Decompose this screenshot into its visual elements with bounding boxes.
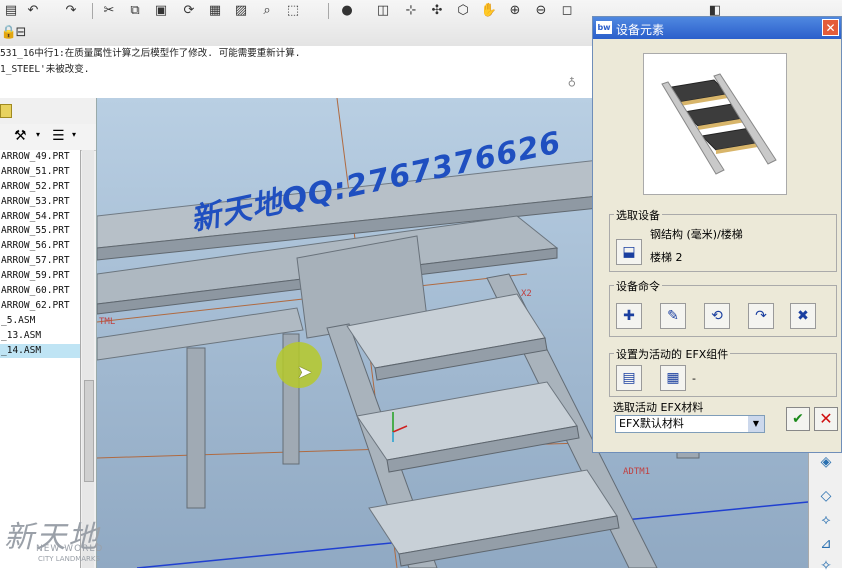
tree-item[interactable]: ARROW_62.PRT: [0, 299, 80, 314]
zoom-in-icon[interactable]: ⊕: [506, 2, 524, 20]
tree-item[interactable]: _14.ASM: [0, 343, 80, 359]
layer-icon[interactable]: ▦: [206, 2, 224, 20]
window-icon[interactable]: ▤: [2, 2, 20, 20]
select-box-icon[interactable]: ⬚: [284, 2, 302, 20]
group-label: 设备命令: [614, 278, 662, 294]
equipment-commands-group: 设备命令 ✚ ✎ ⟲ ↷ ✖: [609, 278, 837, 337]
active-efx-group: 设置为活动的 EFX组件 ▤ ▦ -: [609, 346, 837, 397]
tree-item[interactable]: _13.ASM: [0, 329, 80, 344]
pan-icon[interactable]: ✋: [480, 2, 498, 20]
shade-icon[interactable]: ●: [338, 2, 356, 20]
tree-item[interactable]: ARROW_59.PRT: [0, 269, 80, 284]
tree-item[interactable]: ARROW_56.PRT: [0, 239, 80, 254]
dialog-title: 设备元素: [616, 23, 665, 37]
toolbar-separator: [92, 3, 93, 19]
axis-label: X2: [521, 289, 532, 299]
tree-item[interactable]: ARROW_51.PRT: [0, 165, 80, 180]
select-equipment-group: 选取设备 ⬓ 钢结构 (毫米)/楼梯 楼梯 2: [609, 207, 837, 272]
cube-icon[interactable]: ⬡: [454, 2, 472, 20]
toolbar-separator: [328, 3, 329, 19]
group-label: 选取设备: [614, 207, 662, 223]
datum-label: ADTM1: [623, 467, 650, 477]
sketch-icon[interactable]: ✧: [817, 557, 835, 575]
scrollbar-thumb[interactable]: [84, 380, 94, 482]
model-tree-panel: ⚒ ▾ ☰ ▾ ARROW_49.PRT ARROW_51.PRT ARROW_52…: [0, 98, 97, 568]
redo-icon[interactable]: ↷: [62, 2, 80, 20]
find-icon[interactable]: ⌕: [258, 2, 276, 20]
tree-item[interactable]: ARROW_54.PRT: [0, 210, 80, 225]
datum-csys-icon[interactable]: ⊿: [817, 535, 835, 553]
app-logo: bw: [596, 21, 612, 34]
equipment-preview: [643, 53, 787, 195]
message-area: 531_16中行1:在质量属性计算之后模型作了修改. 可能需要重新计算. 1_S…: [0, 46, 592, 99]
spin-icon[interactable]: ✣: [428, 2, 446, 20]
logo-en2: CITY LANDMARKS: [38, 555, 100, 563]
model-tree: ARROW_49.PRT ARROW_51.PRT ARROW_52.PRT ARRO…: [0, 150, 81, 568]
cut-icon[interactable]: ✂: [100, 2, 118, 20]
datum-label: TML: [99, 317, 115, 327]
regen-icon[interactable]: ⟳: [180, 2, 198, 20]
set-main-sub-button[interactable]: ▦: [660, 365, 686, 391]
tree-item[interactable]: ARROW_57.PRT: [0, 254, 80, 269]
relations-icon[interactable]: ▨: [232, 2, 250, 20]
stair-preview-svg: [661, 73, 777, 175]
tree-item[interactable]: ARROW_55.PRT: [0, 224, 80, 239]
redefine-equipment-button[interactable]: ⟲: [704, 303, 730, 329]
active-efx-value: -: [692, 372, 696, 385]
tree-toolbar: ⚒ ▾ ☰ ▾: [0, 124, 96, 151]
tree-scrollbar[interactable]: [82, 150, 94, 568]
copy-icon[interactable]: ⧉: [126, 2, 144, 20]
watermark-logo: 新天地 NEW WORLD CITY LANDMARKS: [0, 512, 140, 568]
datum-axis-icon[interactable]: ⟡: [817, 511, 835, 529]
ok-button[interactable]: ✔: [786, 407, 810, 431]
paste-icon[interactable]: ▣: [152, 2, 170, 20]
datum-point-icon[interactable]: ⊹: [402, 2, 420, 20]
zoom-out-icon[interactable]: ⊖: [532, 2, 550, 20]
datum-plane-icon[interactable]: ◇: [817, 487, 835, 505]
dialog-title-bar[interactable]: bw 设备元素 ✕: [593, 17, 841, 39]
group-label: 设置为活动的 EFX组件: [614, 346, 731, 362]
chevron-down-icon[interactable]: ▾: [36, 130, 40, 139]
edit-equipment-button[interactable]: ✎: [660, 303, 686, 329]
equipment-dialog: bw 设备元素 ✕ 选取设备 ⬓ 钢结构 (毫米)/楼梯 楼梯 2 设备命令 ✚…: [592, 16, 842, 453]
tree-item[interactable]: ARROW_52.PRT: [0, 180, 80, 195]
material-select[interactable]: EFX默认材料 ▼: [615, 415, 765, 433]
tree-item[interactable]: _5.ASM: [0, 314, 80, 329]
tree-columns-icon[interactable]: ☰: [52, 128, 65, 144]
equipment-name: 楼梯 2: [650, 251, 683, 264]
chevron-down-icon[interactable]: ▾: [72, 130, 76, 139]
tree-item[interactable]: ARROW_60.PRT: [0, 284, 80, 299]
equipment-path: 钢结构 (毫米)/楼梯: [650, 228, 743, 241]
message-status-icon: ♁: [567, 74, 576, 90]
undo-icon[interactable]: ↶: [24, 2, 42, 20]
tool-icon[interactable]: ◈: [817, 453, 835, 471]
delete-equipment-button[interactable]: ✖: [790, 303, 816, 329]
datum-icon[interactable]: ◫: [374, 2, 392, 20]
tree-item[interactable]: ARROW_49.PRT: [0, 150, 80, 165]
mouse-cursor-icon: ➤: [297, 362, 313, 383]
refit-icon[interactable]: ◻: [558, 2, 576, 20]
select-icon[interactable]: ⊟: [12, 24, 30, 42]
select-equipment-button[interactable]: ⬓: [616, 239, 642, 265]
move-equipment-button[interactable]: ↷: [748, 303, 774, 329]
message-line: 531_16中行1:在质量属性计算之后模型作了修改. 可能需要重新计算.: [0, 48, 301, 59]
right-toolbar: ◈ ◇ ⟡ ⊿ ✧: [808, 453, 842, 574]
new-equipment-button[interactable]: ✚: [616, 303, 642, 329]
material-label: 选取活动 EFX材料: [613, 401, 704, 414]
message-line: 1_STEEL'未被改变.: [0, 64, 90, 75]
material-selected-value: EFX默认材料: [619, 417, 684, 430]
support-post: [186, 347, 206, 509]
tree-tab-icon[interactable]: [0, 104, 12, 118]
set-main-button[interactable]: ▤: [616, 365, 642, 391]
close-button[interactable]: ✕: [822, 19, 839, 36]
cancel-button[interactable]: ✕: [814, 407, 838, 431]
tree-settings-icon[interactable]: ⚒: [14, 128, 27, 144]
chevron-down-icon[interactable]: ▼: [748, 416, 764, 432]
tree-item[interactable]: ARROW_53.PRT: [0, 195, 80, 210]
logo-en: NEW WORLD: [36, 544, 104, 554]
